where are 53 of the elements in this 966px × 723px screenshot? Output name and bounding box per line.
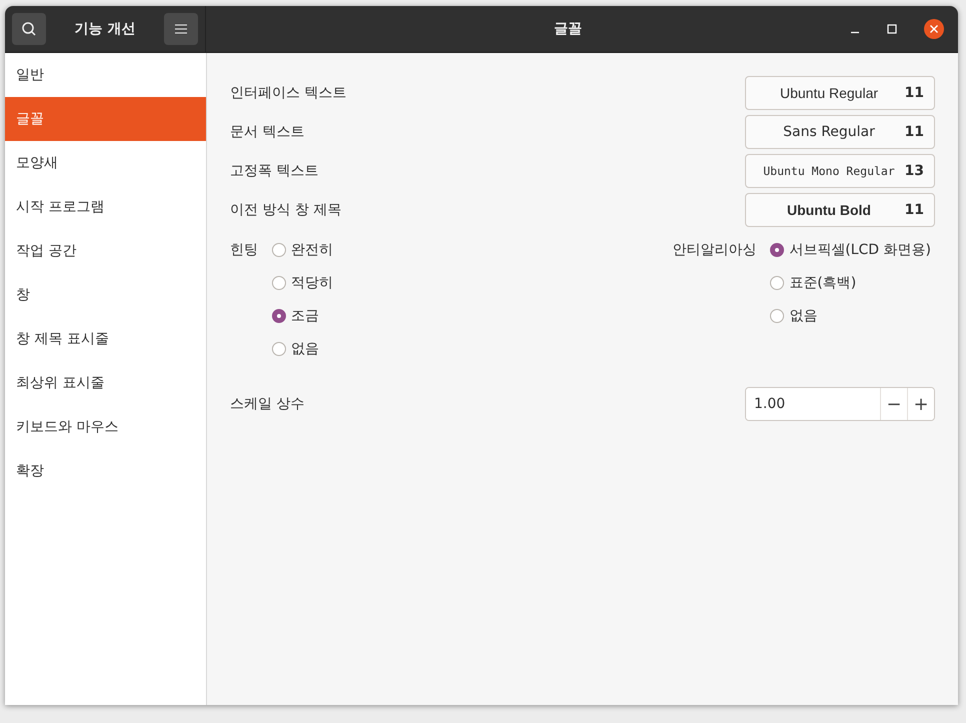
sidebar-item[interactable]: 시작 프로그램	[5, 185, 206, 229]
setting-label: 스케일 상수	[230, 395, 304, 413]
setting-label: 인터페이스 텍스트	[230, 84, 346, 102]
setting-label: 고정폭 텍스트	[230, 162, 318, 180]
font-button[interactable]: Sans Regular 11	[745, 115, 935, 149]
radio-label: 서브픽셀(LCD 화면용)	[789, 241, 931, 259]
font-button[interactable]: Ubuntu Mono Regular 13	[745, 154, 935, 188]
setting-label: 문서 텍스트	[230, 123, 304, 141]
radio-button[interactable]	[272, 276, 286, 290]
radio-button[interactable]	[272, 243, 286, 257]
spin-button[interactable]: 1.00 − +	[745, 387, 935, 421]
radio-label: 완전히	[291, 241, 333, 259]
setting-label: 힌팅	[230, 241, 258, 260]
setting-label: 안티알리아싱	[672, 241, 756, 260]
sidebar-title: 기능 개선	[74, 20, 136, 38]
sidebar-item[interactable]: 글꼴	[5, 97, 206, 141]
increment-button[interactable]: +	[907, 388, 934, 420]
font-button[interactable]: Ubuntu Bold 11	[745, 193, 935, 227]
search-button[interactable]	[12, 13, 46, 45]
radio-label: 없음	[789, 307, 818, 325]
radio-option[interactable]: 없음	[272, 339, 333, 359]
menu-icon	[175, 24, 187, 34]
window-title: 글꼴	[553, 20, 583, 38]
font-button[interactable]: Ubuntu Regular 11	[745, 76, 935, 110]
radio-option[interactable]: 표준(흑백)	[770, 273, 931, 293]
radio-option[interactable]: 완전히	[272, 240, 333, 260]
menu-button[interactable]	[164, 13, 198, 45]
radio-button[interactable]	[770, 243, 784, 257]
number-field[interactable]: 1.00	[746, 388, 881, 420]
sidebar-item[interactable]: 창	[5, 273, 206, 317]
radio-label: 없음	[291, 340, 319, 358]
radio-button[interactable]	[770, 309, 784, 323]
radio-label: 조금	[291, 307, 319, 325]
radio-button[interactable]	[272, 309, 286, 323]
radio-option[interactable]: 서브픽셀(LCD 화면용)	[770, 240, 931, 260]
sidebar-item[interactable]: 키보드와 마우스	[5, 405, 206, 449]
radio-option[interactable]: 없음	[770, 306, 931, 326]
setting-label: 이전 방식 창 제목	[230, 201, 342, 219]
sidebar-item[interactable]: 모양새	[5, 141, 206, 185]
radio-option[interactable]: 적당히	[272, 273, 333, 293]
close-button[interactable]	[924, 19, 944, 39]
sidebar-item[interactable]: 작업 공간	[5, 229, 206, 273]
radio-button[interactable]	[770, 276, 784, 290]
maximize-icon[interactable]	[887, 24, 897, 34]
radio-option[interactable]: 조금	[272, 306, 333, 326]
radio-button[interactable]	[272, 342, 286, 356]
radio-label: 표준(흑백)	[789, 274, 856, 292]
sidebar-item[interactable]: 일반	[5, 53, 206, 97]
sidebar-item[interactable]: 확장	[5, 449, 206, 493]
radio-label: 적당히	[291, 274, 333, 292]
sidebar-item[interactable]: 창 제목 표시줄	[5, 317, 206, 361]
search-icon	[21, 21, 37, 37]
sidebar-item[interactable]: 최상위 표시줄	[5, 361, 206, 405]
